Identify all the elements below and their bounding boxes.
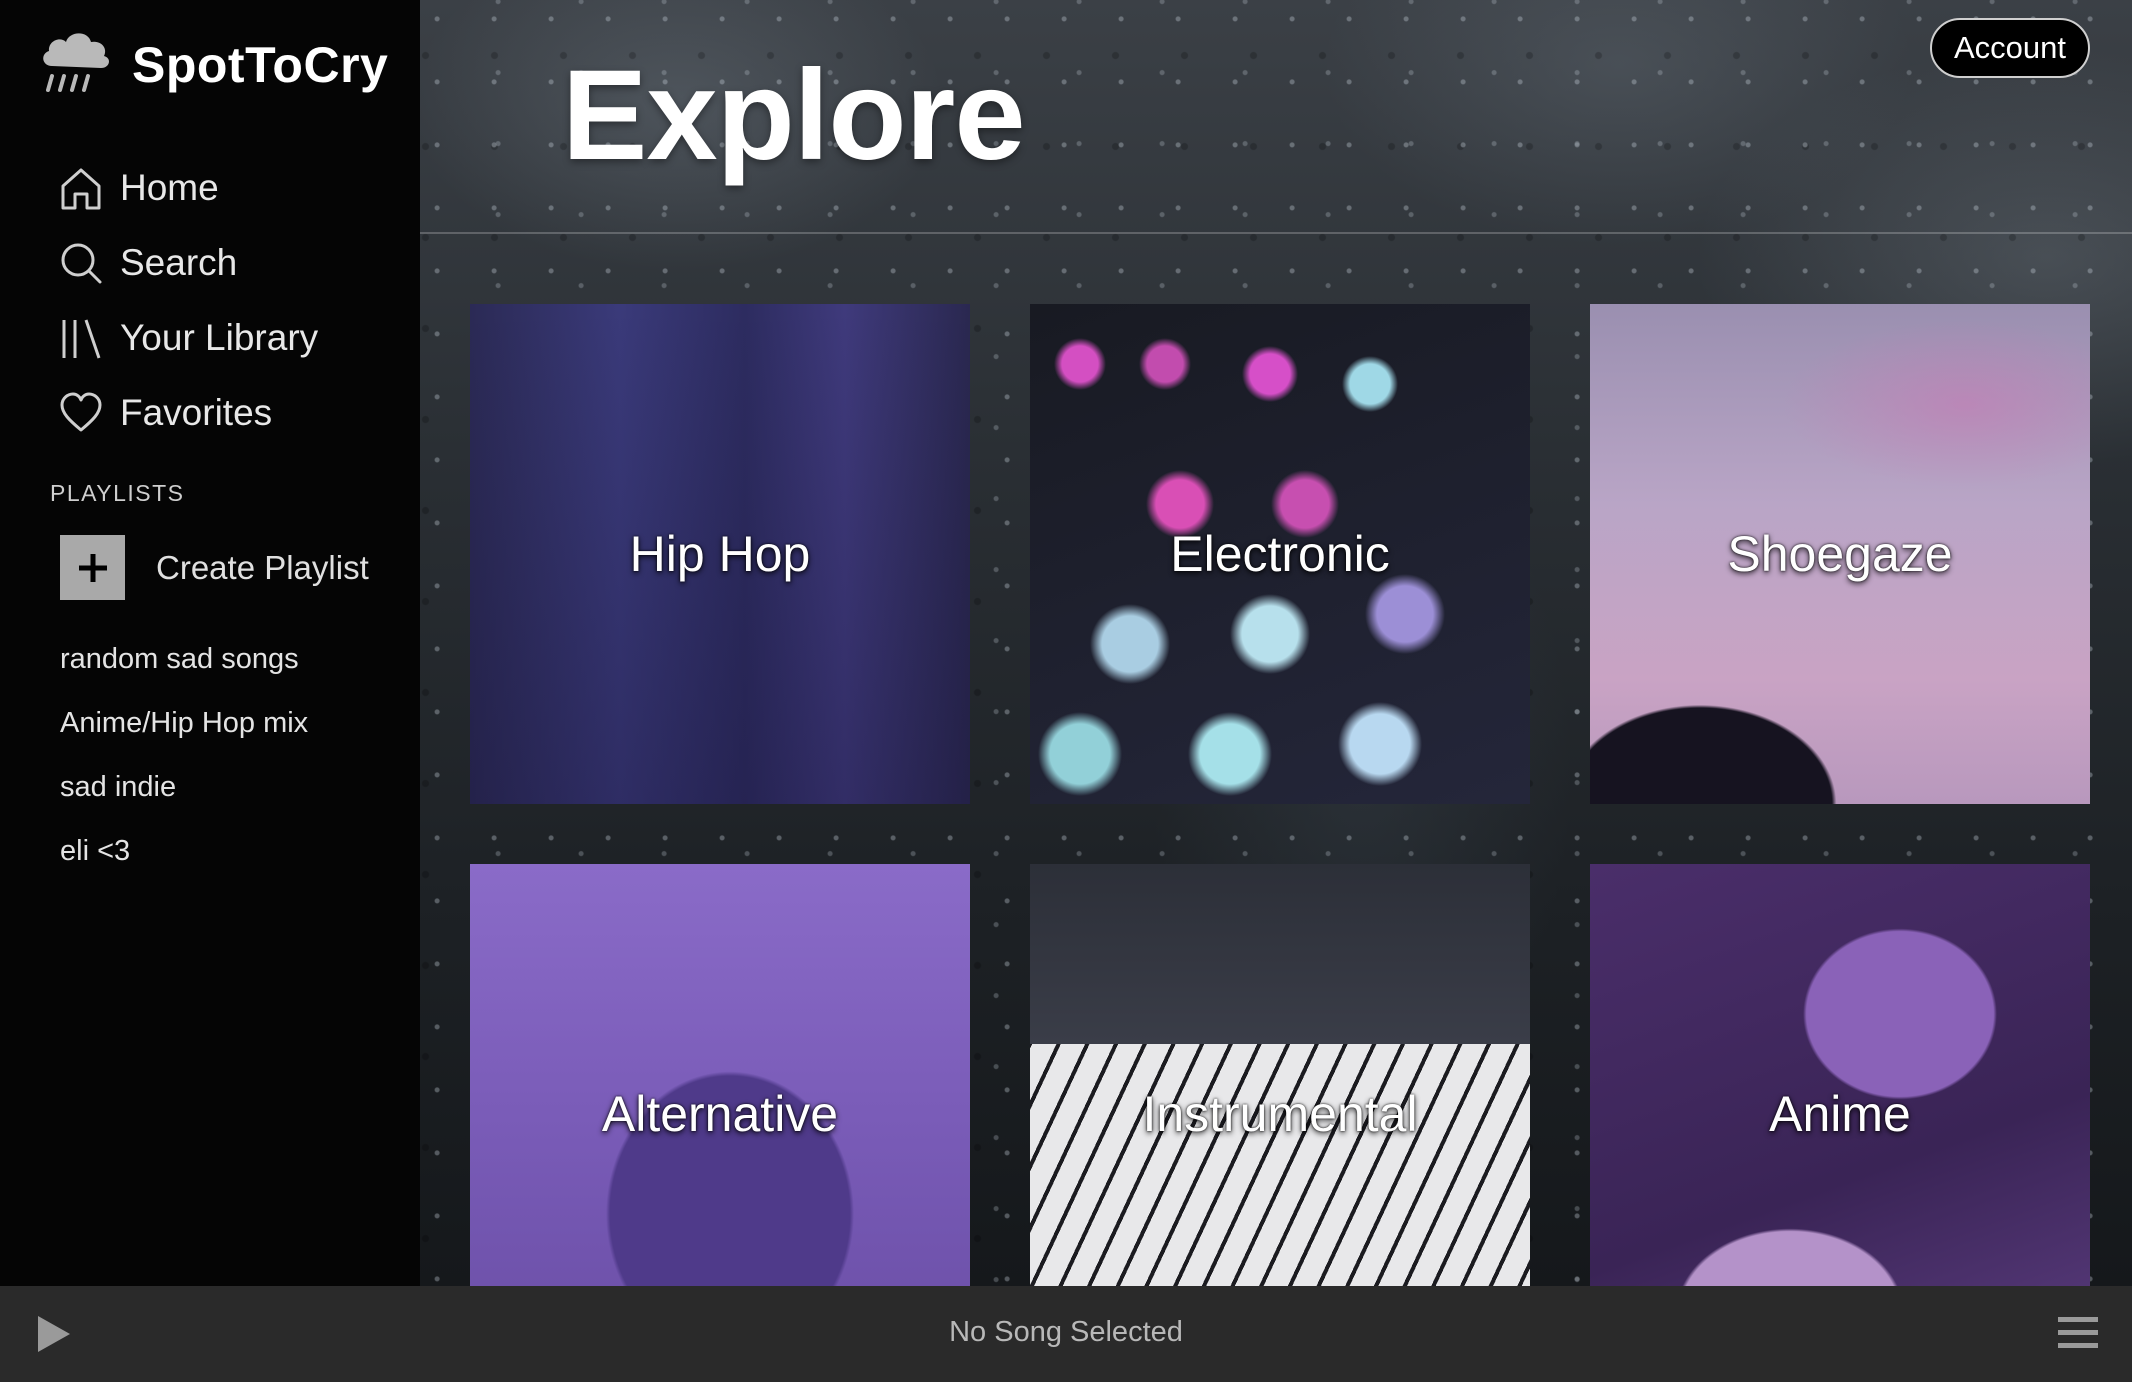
nav-item-search[interactable]: Search: [58, 225, 398, 300]
genre-tile-instrumental[interactable]: Instrumental: [1030, 864, 1530, 1286]
menu-icon[interactable]: [2057, 1314, 2099, 1352]
plus-icon: [60, 535, 125, 600]
home-icon: [58, 165, 104, 211]
genre-label: Electronic: [1170, 526, 1390, 582]
header-divider: [420, 232, 2132, 234]
nav-item-home[interactable]: Home: [58, 150, 398, 225]
nav-item-library[interactable]: Your Library: [58, 300, 398, 375]
main-content: Explore Account Hip Hop Electronic Shoeg…: [420, 0, 2132, 1286]
brand[interactable]: SpotToCry: [38, 28, 388, 101]
nav-item-favorites[interactable]: Favorites: [58, 375, 398, 450]
create-playlist-label: Create Playlist: [156, 548, 369, 586]
genre-label: Hip Hop: [629, 526, 811, 582]
app-window: SpotToCry Home Search Your Library Favor…: [0, 0, 2132, 1382]
library-icon: [58, 315, 104, 361]
rain-cloud-icon: [38, 28, 114, 101]
now-playing-status: No Song Selected: [949, 1316, 1183, 1348]
nav-label-library: Your Library: [120, 316, 319, 358]
genre-label: Instrumental: [1142, 1086, 1418, 1142]
genre-label: Shoegaze: [1727, 526, 1953, 582]
playlist-item[interactable]: eli <3: [60, 826, 308, 890]
nav-label-search: Search: [120, 241, 238, 283]
playlist-item[interactable]: random sad songs: [60, 634, 308, 698]
create-playlist-button[interactable]: Create Playlist: [60, 535, 369, 600]
playlist-item[interactable]: sad indie: [60, 762, 308, 826]
nav-label-favorites: Favorites: [120, 391, 273, 433]
playlist-item[interactable]: Anime/Hip Hop mix: [60, 698, 308, 762]
player-bar: No Song Selected: [0, 1286, 2132, 1382]
genre-tile-alternative[interactable]: Alternative: [470, 864, 970, 1286]
genre-label: Anime: [1769, 1086, 1911, 1142]
heart-icon: [58, 390, 104, 436]
genre-tile-electronic[interactable]: Electronic: [1030, 304, 1530, 804]
search-icon: [58, 240, 104, 286]
genre-tile-shoegaze[interactable]: Shoegaze: [1590, 304, 2090, 804]
sidebar: SpotToCry Home Search Your Library Favor…: [0, 0, 420, 1286]
main-nav: Home Search Your Library Favorites: [58, 150, 398, 450]
account-button[interactable]: Account: [1929, 18, 2090, 78]
genre-label: Alternative: [601, 1086, 839, 1142]
playlists-heading: PLAYLISTS: [50, 480, 185, 506]
app-title: SpotToCry: [132, 36, 389, 93]
nav-label-home: Home: [120, 166, 219, 208]
playlist-list: random sad songs Anime/Hip Hop mix sad i…: [60, 634, 308, 890]
genre-tile-hip-hop[interactable]: Hip Hop: [470, 304, 970, 804]
page-title: Explore: [562, 44, 1025, 187]
genre-tile-anime[interactable]: Anime: [1590, 864, 2090, 1286]
